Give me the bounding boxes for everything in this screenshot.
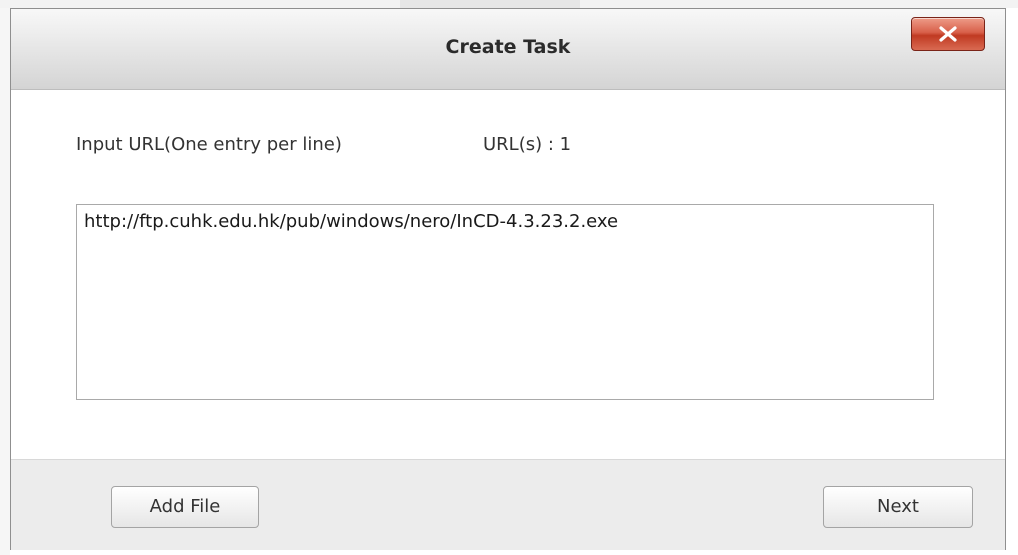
url-count-label: URL(s) : 1 [483, 134, 572, 155]
add-file-button[interactable]: Add File [111, 486, 259, 528]
background-cell [400, 0, 580, 8]
next-button[interactable]: Next [823, 486, 973, 528]
url-entry: http://ftp.cuhk.edu.hk/pub/windows/nero/… [84, 211, 619, 232]
dialog-content: Input URL(One entry per line) URL(s) : 1… [11, 90, 1005, 458]
background-window-edge [0, 8, 10, 555]
url-input-label: Input URL(One entry per line) [76, 134, 342, 155]
dialog-title: Create Task [445, 36, 571, 58]
dialog-titlebar: Create Task [11, 9, 1005, 90]
dialog-footer: Add File Next [11, 459, 1005, 550]
close-button[interactable] [911, 17, 985, 51]
url-textarea[interactable]: http://ftp.cuhk.edu.hk/pub/windows/nero/… [76, 204, 934, 400]
background-window-strip [0, 0, 1018, 8]
screen: Create Task Input URL(One entry per line… [0, 0, 1018, 555]
close-x-icon [938, 26, 958, 42]
create-task-dialog: Create Task Input URL(One entry per line… [10, 8, 1006, 550]
